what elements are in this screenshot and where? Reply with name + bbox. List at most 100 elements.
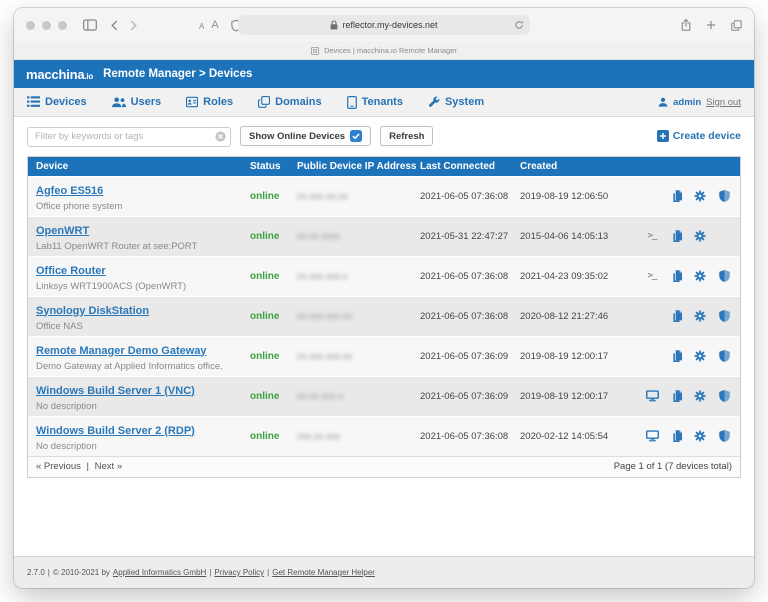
copy-icon[interactable]: [669, 189, 683, 203]
filter-toolbar: Show Online Devices Refresh Create devic…: [27, 126, 741, 147]
settings-gear-icon[interactable]: [693, 430, 707, 442]
created-value: 2019-08-19 12:06:50: [520, 190, 609, 202]
nav-item-system[interactable]: System: [428, 96, 484, 108]
created-value: 2019-08-19 12:00:17: [520, 390, 609, 402]
device-link[interactable]: OpenWRT: [36, 225, 89, 237]
tab-overview-icon[interactable]: [731, 19, 742, 31]
device-ip-redacted: xx.xxx.xxx.x: [297, 270, 348, 282]
version-text: 2.7.0: [27, 568, 45, 577]
terminal-icon[interactable]: >_: [645, 271, 659, 281]
status-online: online: [250, 270, 280, 282]
status-online: online: [250, 430, 280, 442]
nav-label: Tenants: [361, 96, 403, 108]
settings-gear-icon[interactable]: [693, 230, 707, 242]
device-ip-redacted: xx.xx.xxxx: [297, 230, 341, 242]
copy-icon[interactable]: [669, 309, 683, 323]
device-description: No description: [36, 440, 97, 452]
shield-icon[interactable]: [717, 390, 731, 402]
shield-icon[interactable]: [717, 430, 731, 442]
device-link[interactable]: Windows Build Server 2 (RDP): [36, 425, 195, 437]
address-bar[interactable]: reflector.my-devices.net: [238, 15, 530, 35]
refresh-button[interactable]: Refresh: [380, 126, 434, 147]
browser-toolbar: A A reflector.my-devices.net: [14, 8, 754, 42]
device-link[interactable]: Remote Manager Demo Gateway: [36, 345, 207, 357]
share-icon[interactable]: [681, 18, 691, 32]
table-row: Windows Build Server 1 (VNC) No descripti…: [28, 375, 740, 416]
status-online: online: [250, 190, 280, 202]
device-description: Office NAS: [36, 320, 83, 332]
show-online-label: Show Online Devices: [249, 130, 346, 142]
user-icon: [658, 97, 668, 107]
settings-gear-icon[interactable]: [693, 270, 707, 282]
device-ip-redacted: xx.xxx.xx.xx: [297, 190, 348, 202]
new-tab-icon[interactable]: [706, 20, 716, 30]
created-value: 2020-02-12 14:05:54: [520, 430, 609, 442]
previous-page-link[interactable]: « Previous: [36, 461, 81, 472]
username[interactable]: admin: [673, 97, 701, 108]
active-tab[interactable]: Devices | macchina.io Remote Manager: [324, 46, 457, 55]
nav-item-roles[interactable]: Roles: [186, 96, 233, 108]
plus-square-icon: [656, 130, 669, 143]
last-connected-value: 2021-06-05 07:36:08: [420, 190, 509, 202]
remote-manager-helper-link[interactable]: Get Remote Manager Helper: [272, 568, 375, 577]
privacy-policy-link[interactable]: Privacy Policy: [214, 568, 264, 577]
device-link[interactable]: Office Router: [36, 265, 106, 277]
device-ip-redacted: xx.xxx.xxx.xx: [297, 310, 353, 322]
device-ip-redacted: xx.xxx.xxx.xx: [297, 350, 353, 362]
nav-item-users[interactable]: Users: [111, 96, 161, 108]
table-header: Device Status Public Device IP Address L…: [28, 156, 740, 176]
table-row: Synology DiskStation Office NAS online xx.x…: [28, 295, 740, 336]
device-link[interactable]: Synology DiskStation: [36, 305, 149, 317]
close-window-icon[interactable]: [26, 20, 35, 30]
text-size-control[interactable]: A A: [199, 19, 219, 31]
shield-icon[interactable]: [717, 310, 731, 322]
traffic-lights: [26, 20, 67, 30]
device-description: No description: [36, 400, 97, 412]
app-header: macchina.io Remote Manager > Devices: [14, 60, 754, 88]
copy-icon[interactable]: [669, 429, 683, 443]
nav-item-devices[interactable]: Devices: [27, 96, 87, 108]
copyright-text: © 2010-2021 by: [52, 568, 110, 577]
company-link[interactable]: Applied Informatics GmbH: [113, 568, 206, 577]
show-online-devices-button[interactable]: Show Online Devices: [240, 126, 372, 147]
nav-item-tenants[interactable]: Tenants: [346, 95, 403, 109]
shield-icon[interactable]: [717, 190, 731, 202]
created-value: 2019-08-19 12:00:17: [520, 350, 609, 362]
filter-input[interactable]: [27, 126, 231, 147]
forward-icon[interactable]: [130, 20, 137, 31]
text-larger-button[interactable]: A: [211, 19, 218, 31]
sign-out-link[interactable]: Sign out: [706, 97, 741, 108]
device-description: Demo Gateway at Applied Informatics offi…: [36, 360, 223, 372]
copy-icon[interactable]: [669, 349, 683, 363]
copy-icon[interactable]: [669, 389, 683, 403]
text-smaller-button[interactable]: A: [199, 22, 204, 31]
create-device-link[interactable]: Create device: [656, 130, 741, 143]
settings-gear-icon[interactable]: [693, 350, 707, 362]
terminal-icon[interactable]: >_: [645, 231, 659, 241]
nav-item-domains[interactable]: Domains: [258, 96, 322, 108]
back-icon[interactable]: [111, 20, 118, 31]
zoom-window-icon[interactable]: [58, 20, 67, 30]
copy-icon[interactable]: [669, 229, 683, 243]
sidebar-toggle-icon[interactable]: [83, 19, 97, 31]
shield-icon[interactable]: [717, 270, 731, 282]
settings-gear-icon[interactable]: [693, 390, 707, 402]
minimize-window-icon[interactable]: [42, 20, 51, 30]
remote-desktop-icon[interactable]: [645, 390, 659, 402]
table-row: Agfeo ES516 Office phone system online xx.x…: [28, 175, 740, 216]
pagination-controls: « Previous | Next »: [36, 461, 122, 472]
page-content: Show Online Devices Refresh Create devic…: [14, 126, 754, 478]
clear-filter-icon[interactable]: [215, 131, 226, 142]
settings-gear-icon[interactable]: [693, 190, 707, 202]
remote-desktop-icon[interactable]: [645, 430, 659, 442]
reload-icon[interactable]: [514, 20, 524, 30]
status-online: online: [250, 230, 280, 242]
device-link[interactable]: Agfeo ES516: [36, 185, 103, 197]
shield-icon[interactable]: [717, 350, 731, 362]
pagination-separator: |: [86, 461, 89, 472]
device-link[interactable]: Windows Build Server 1 (VNC): [36, 385, 195, 397]
copy-icon[interactable]: [669, 269, 683, 283]
last-connected-value: 2021-06-05 07:36:08: [420, 270, 509, 282]
settings-gear-icon[interactable]: [693, 310, 707, 322]
next-page-link[interactable]: Next »: [95, 461, 122, 472]
